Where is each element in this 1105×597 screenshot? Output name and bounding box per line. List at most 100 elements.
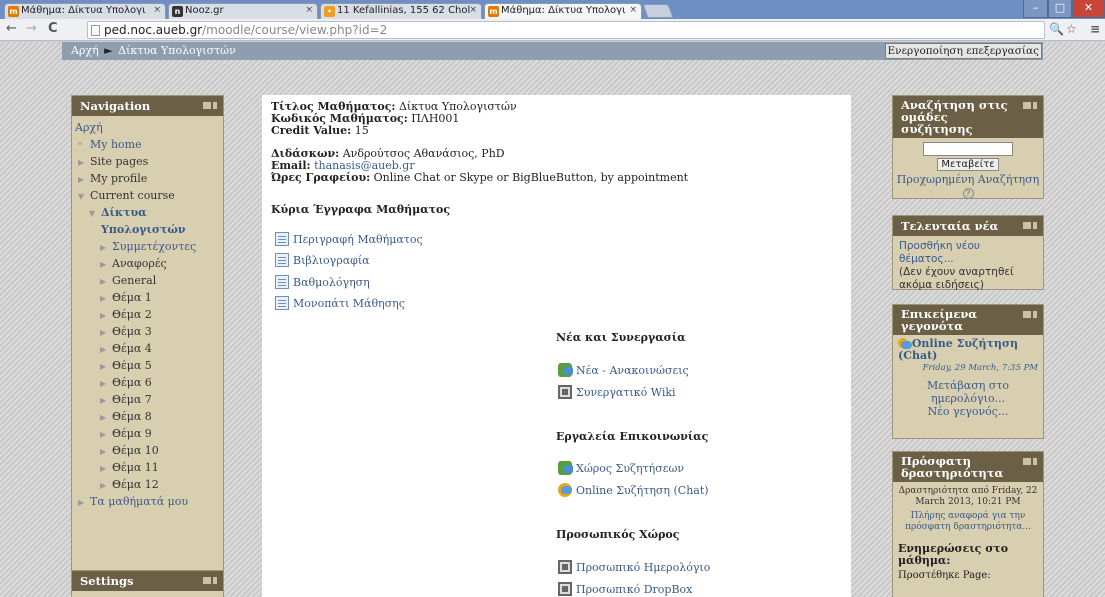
nav-item[interactable]: ▶ Θέμα 10 [75,442,223,459]
tab-nooz[interactable]: n Nooz.gr × [168,3,318,19]
nav-item[interactable]: ▶ Site pages [75,153,223,170]
expanded-arrow-icon: ▼ [89,209,96,218]
document-icon [275,275,289,289]
maximize-icon[interactable]: □ [1048,0,1072,18]
nav-item[interactable]: ▼ Current course [75,187,223,204]
nav-item[interactable]: ▶ Θέμα 8 [75,408,223,425]
nav-item[interactable]: ▶ Θέμα 2 [75,306,223,323]
resource-bibliography[interactable]: Βιβλιογραφία [275,253,370,267]
settings-block: Settings [71,570,224,597]
block-controls-icon[interactable] [1023,222,1037,229]
navigation-block: Navigation Αρχή * My home ▶ Site pages ▶ My pr… [71,95,224,597]
forum-icon [558,363,573,377]
news-block-header: Τελευταία νέα [893,216,1043,236]
zoom-icon[interactable]: 🔍 [1049,22,1064,36]
forum-discussions[interactable]: Χώρος Συζητήσεων [558,461,684,475]
tab-maps[interactable]: • 11 Kefallinias, 155 62 Chol × [320,3,482,19]
block-controls-icon[interactable] [1023,102,1037,109]
forum-search-input[interactable] [923,142,1013,156]
full-report-link[interactable]: Πλήρης αναφορά για την πρόσφατη δραστηρι… [898,511,1038,533]
collapsed-arrow-icon: ▶ [78,158,85,167]
course-updates-title: Ενημερώσεις στο μάθημα: [898,542,1009,567]
nav-item[interactable]: Αρχή [75,119,223,136]
address-bar[interactable]: ped.noc.aueb.gr/moodle/course/view.php?i… [87,21,1045,39]
chat-icon [898,338,912,349]
no-news-text: (Δεν έχουν αναρτηθεί ακόμα ειδήσεις) [899,266,1014,291]
forward-icon[interactable]: → [26,21,37,36]
goto-calendar-link[interactable]: Μετάβαση στο ημερολόγιο... [898,379,1038,405]
nav-item[interactable]: ▶ Θέμα 4 [75,340,223,357]
block-controls-icon[interactable] [1023,458,1037,465]
nav-item[interactable]: ▶ Θέμα 7 [75,391,223,408]
minimize-icon[interactable]: – [1023,0,1048,18]
advanced-search-link[interactable]: Προχωρημένη Αναζήτηση [893,173,1043,186]
upcoming-events-block: Επικείμενα γεγονότα Online Συζήτηση (Cha… [892,304,1044,439]
breadcrumb-home[interactable]: Αρχή [71,44,99,57]
forum-news[interactable]: Νέα - Ανακοινώσεις [558,363,689,377]
nav-item[interactable]: ▶ Συμμετέχοντες [75,238,223,255]
personal-dropbox[interactable]: Προσωπικό DropBox [558,582,692,596]
reload-icon[interactable]: C [48,21,58,36]
help-icon[interactable]: ? [962,188,974,199]
page-content: Αρχή ► Δίκτυα Υπολογιστών Ενεργοποίηση ε… [0,42,1105,597]
recent-block-body: Δραστηριότητα από Friday, 22 March 2013,… [893,482,1043,585]
nav-item[interactable]: * My home [75,136,223,153]
search-block-header: Αναζήτηση στις ομάδες συζήτησης [893,96,1043,138]
events-block-header: Επικείμενα γεγονότα [893,305,1043,335]
back-icon[interactable]: ← [6,21,17,36]
resource-grading[interactable]: Βαθμολόγηση [275,275,370,289]
news-section-title: Νέα και Συνεργασία [556,331,686,344]
close-icon[interactable]: × [153,5,161,15]
close-icon[interactable]: × [469,5,477,15]
add-topic-link[interactable]: Προσθήκη νέου θέματος... [899,240,980,265]
collapsed-arrow-icon: ▶ [100,396,107,405]
news-block-body: Προσθήκη νέου θέματος... (Δεν έχουν αναρ… [893,236,1043,296]
chat-link[interactable]: Online Συζήτηση (Chat) [558,483,709,497]
resource-learning-path[interactable]: Μονοπάτι Μάθησης [275,296,405,310]
nav-item[interactable]: Υπολογιστών [75,221,223,238]
nav-item[interactable]: ▶ General [75,272,223,289]
menu-icon[interactable]: ≡ [1090,22,1100,36]
latest-news-block: Τελευταία νέα Προσθήκη νέου θέματος... (… [892,215,1044,291]
block-controls-icon[interactable] [1023,311,1037,318]
close-window-icon[interactable]: ✕ [1072,0,1105,18]
new-tab-button[interactable] [642,4,674,18]
nav-item[interactable]: ▶ Θέμα 1 [75,289,223,306]
wiki-link[interactable]: Συνεργατικό Wiki [558,385,676,399]
close-icon[interactable]: × [305,5,313,15]
nav-item[interactable]: ▶ Θέμα 9 [75,425,223,442]
tab-course-active[interactable]: m Μάθημα: Δίκτυα Υπολογι × [484,3,642,19]
close-icon[interactable]: × [629,5,637,15]
event-link[interactable]: Online Συζήτηση (Chat) [898,338,1038,362]
document-icon [275,296,289,310]
collapsed-arrow-icon: ▶ [100,311,107,320]
block-controls-icon[interactable] [203,102,217,109]
tab-course-1[interactable]: m Μάθημα: Δίκτυα Υπολογι × [4,3,166,19]
document-icon [275,253,289,267]
course-info: Τίτλος Μαθήματος: Δίκτυα Υπολογιστών Κωδ… [271,100,689,184]
collapsed-arrow-icon: ▶ [100,277,107,286]
nav-item[interactable]: ▶ Θέμα 3 [75,323,223,340]
event-date: Friday, 29 March, 7:35 PM [922,363,1038,373]
personal-calendar[interactable]: Προσωπικό Ημερολόγιο [558,560,710,574]
block-controls-icon[interactable] [203,577,217,584]
docs-section-title: Κύρια Έγγραφα Μαθήματος [271,203,451,216]
collapsed-arrow-icon: ▶ [100,481,107,490]
new-event-link[interactable]: Νέο γεγονός... [898,405,1038,418]
nav-item[interactable]: ▶ Τα μαθήματά μου [75,493,223,510]
collapsed-arrow-icon: ▶ [100,447,107,456]
breadcrumb-course[interactable]: Δίκτυα Υπολογιστών [118,44,236,57]
collapsed-arrow-icon: ▶ [100,345,107,354]
collapsed-arrow-icon: ▶ [100,362,107,371]
resource-description[interactable]: Περιγραφή Μαθήματος [275,232,423,246]
search-go-button[interactable]: Μεταβείτε [937,158,999,171]
bookmark-star-icon[interactable]: ☆ [1066,22,1077,36]
turn-editing-on-button[interactable]: Ενεργοποίηση επεξεργασίας [884,43,1042,59]
nav-item[interactable]: ▶ Θέμα 6 [75,374,223,391]
nav-item[interactable]: ▶ My profile [75,170,223,187]
nav-item[interactable]: ▶ Αναφορές [75,255,223,272]
nav-item[interactable]: ▼ Δίκτυα [75,204,223,221]
nav-item[interactable]: ▶ Θέμα 11 [75,459,223,476]
nav-item[interactable]: ▶ Θέμα 12 [75,476,223,493]
nav-item[interactable]: ▶ Θέμα 5 [75,357,223,374]
